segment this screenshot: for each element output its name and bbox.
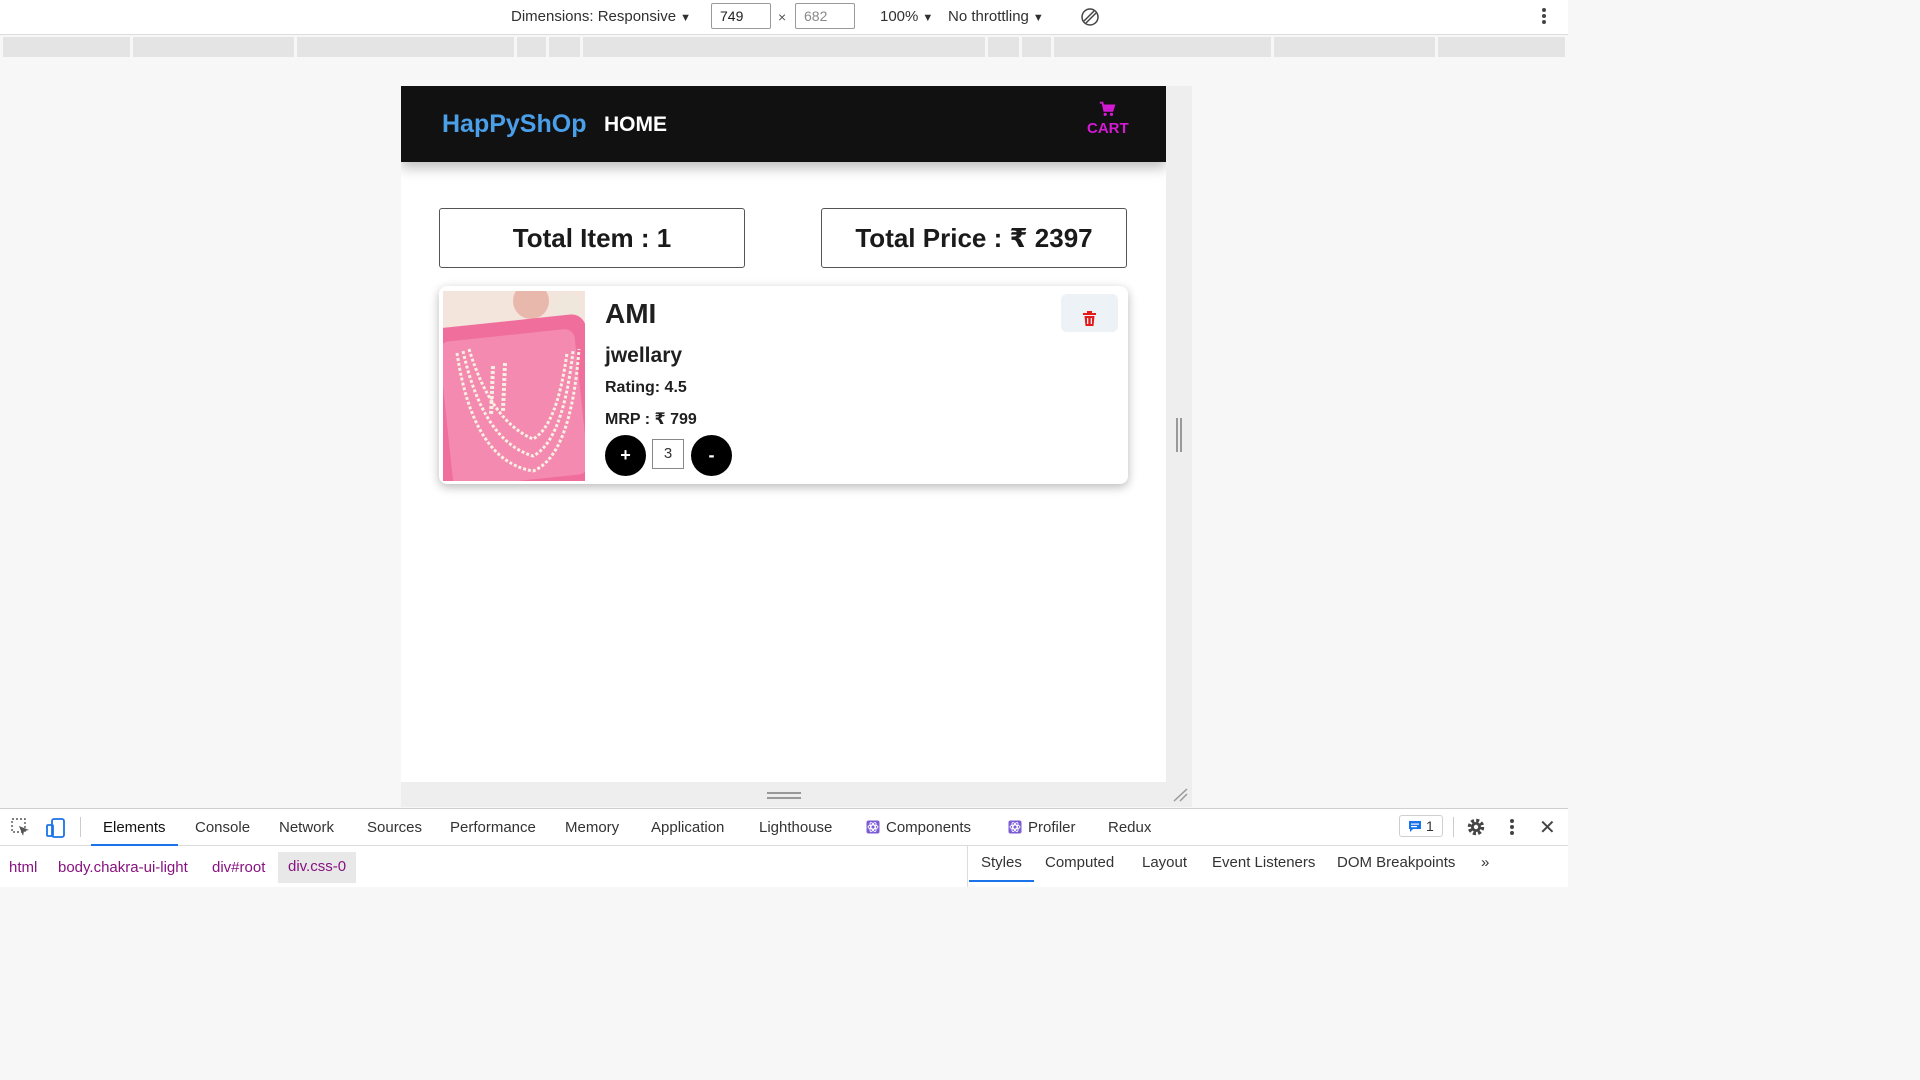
breadcrumb: html body.chakra-ui-light div#root div.c…: [0, 846, 966, 887]
tab-sources[interactable]: Sources: [367, 819, 422, 836]
tab-styles[interactable]: Styles: [969, 854, 1034, 882]
height-input[interactable]: 682: [795, 3, 855, 29]
close-icon[interactable]: ✕: [1539, 815, 1556, 840]
necklace-image-icon: [443, 291, 585, 481]
throttling-label: No throttling: [948, 8, 1029, 25]
cart-item-card: AMI jwellary Rating: 4.5 MRP : ₹ 799 + 3…: [439, 286, 1128, 484]
inspect-element-icon[interactable]: [11, 818, 31, 838]
product-mrp: MRP : ₹ 799: [605, 411, 697, 428]
emulated-viewport: HapPyShOp HOME CART Total Item : 1 Total…: [401, 86, 1166, 782]
increase-quantity-button[interactable]: +: [605, 435, 646, 476]
breadcrumb-item[interactable]: div.css-0: [278, 852, 357, 883]
tab-redux[interactable]: Redux: [1108, 819, 1151, 836]
tab-memory[interactable]: Memory: [565, 819, 619, 836]
rotate-icon[interactable]: [1080, 7, 1100, 27]
device-toolbar: Dimensions: Responsive ▼ 749 × 682 100% ▼ …: [0, 0, 1568, 35]
product-category: jwellary: [605, 344, 683, 367]
throttling-dropdown[interactable]: No throttling ▼: [948, 8, 1044, 25]
issues-count: 1: [1426, 818, 1434, 834]
tab-components[interactable]: Components: [866, 819, 971, 836]
cart-icon: [1099, 101, 1116, 117]
resize-corner-icon[interactable]: [1172, 788, 1188, 802]
tab-event-listeners[interactable]: Event Listeners: [1212, 854, 1315, 871]
gear-icon[interactable]: [1466, 817, 1486, 837]
tab-performance[interactable]: Performance: [450, 819, 536, 836]
cart-label: CART: [1087, 120, 1129, 137]
more-options-icon[interactable]: [1536, 6, 1552, 28]
quantity-display: 3: [652, 439, 684, 469]
react-icon: [1008, 820, 1022, 834]
nav-home-link[interactable]: HOME: [604, 113, 667, 137]
tab-network[interactable]: Network: [279, 819, 334, 836]
react-icon: [866, 820, 880, 834]
more-tabs-chevron-icon[interactable]: »: [1481, 854, 1489, 871]
total-price-box: Total Price : ₹ 2397: [821, 208, 1127, 268]
tab-elements[interactable]: Elements: [91, 819, 177, 846]
decrease-quantity-button[interactable]: -: [691, 435, 732, 476]
issues-button[interactable]: 1: [1399, 815, 1443, 837]
total-items-box: Total Item : 1: [439, 208, 745, 268]
tab-profiler-label: Profiler: [1028, 819, 1076, 836]
resize-width-handle[interactable]: [1176, 418, 1184, 452]
cart-link[interactable]: CART: [1087, 100, 1129, 138]
devtools-tab-bar: Elements Console Network Sources Perform…: [0, 809, 1568, 846]
styles-pane-tabs: Styles Computed Layout Event Listeners D…: [967, 846, 1569, 887]
chevron-down-icon: ▼: [680, 12, 691, 24]
more-options-icon[interactable]: [1505, 817, 1519, 837]
width-input[interactable]: 749: [711, 3, 771, 29]
product-title: AMI: [605, 298, 657, 329]
zoom-dropdown[interactable]: 100% ▼: [880, 8, 933, 25]
dimensions-dropdown[interactable]: Dimensions: Responsive ▼: [511, 8, 691, 25]
tab-profiler[interactable]: Profiler: [1008, 819, 1076, 836]
tab-dom-breakpoints[interactable]: DOM Breakpoints: [1337, 854, 1455, 871]
tab-console[interactable]: Console: [195, 819, 250, 836]
resize-height-handle[interactable]: [767, 792, 801, 800]
tab-lighthouse[interactable]: Lighthouse: [759, 819, 832, 836]
chevron-down-icon: ▼: [1032, 12, 1044, 24]
media-query-bar[interactable]: [3, 37, 1565, 57]
tab-components-label: Components: [886, 819, 972, 836]
zoom-label: 100%: [880, 8, 919, 25]
brand-logo[interactable]: HapPyShOp: [442, 110, 586, 139]
chevron-down-icon: ▼: [922, 12, 934, 24]
breadcrumb-item[interactable]: div#root: [212, 859, 265, 876]
tab-computed[interactable]: Computed: [1045, 854, 1114, 871]
message-icon: [1409, 821, 1421, 832]
product-rating: Rating: 4.5: [605, 379, 687, 396]
breadcrumb-item[interactable]: body.chakra-ui-light: [58, 859, 188, 876]
divider: [1453, 817, 1454, 837]
device-toolbar-toggle-icon[interactable]: [45, 817, 67, 839]
breadcrumb-item[interactable]: html: [9, 859, 37, 876]
devtools-panel: Elements Console Network Sources Perform…: [0, 808, 1568, 887]
trash-icon: [1083, 311, 1096, 326]
dimensions-label: Dimensions: Responsive: [511, 8, 677, 25]
divider: [80, 817, 81, 837]
navbar: HapPyShOp HOME CART: [401, 86, 1166, 162]
tab-layout[interactable]: Layout: [1142, 854, 1187, 871]
delete-item-button[interactable]: [1061, 294, 1118, 332]
tab-application[interactable]: Application: [651, 819, 724, 836]
times-sign: ×: [778, 9, 787, 25]
product-image: [443, 291, 585, 481]
